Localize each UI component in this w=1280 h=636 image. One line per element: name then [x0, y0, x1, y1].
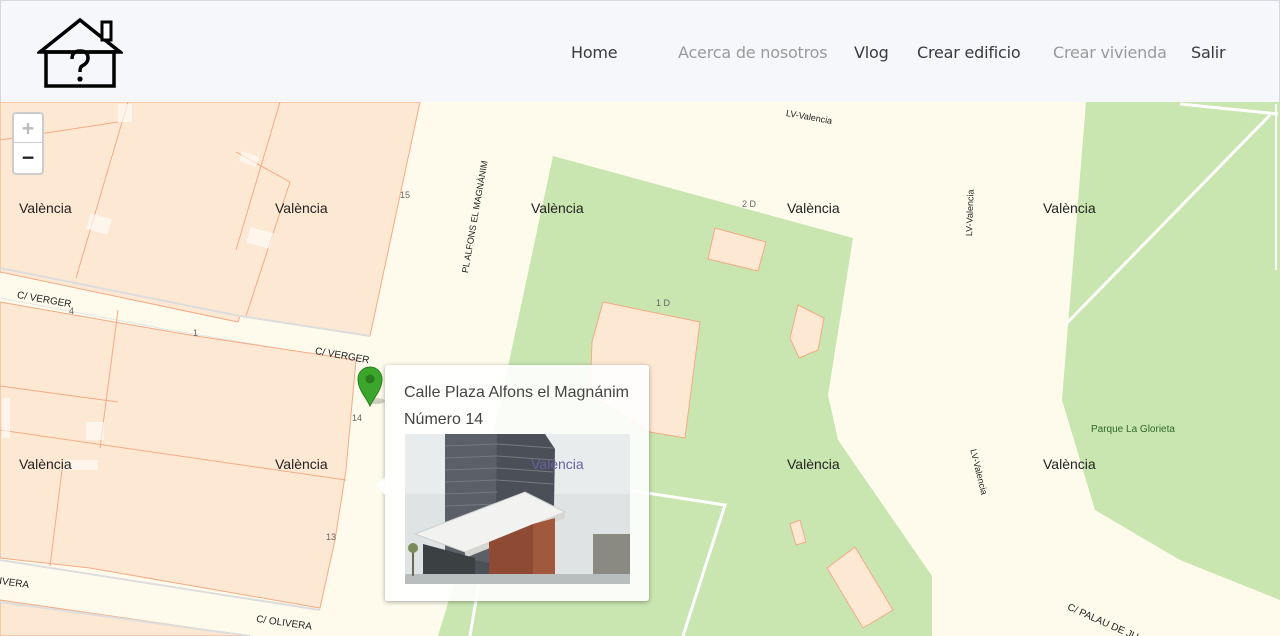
- label-city: València: [531, 456, 584, 472]
- nav-logout[interactable]: Salir: [1191, 43, 1226, 62]
- location-popup: Calle Plaza Alfons el Magnánim Número 14: [376, 365, 649, 601]
- building-photo-icon: [405, 434, 630, 584]
- zoom-control: + −: [12, 112, 44, 175]
- label-street-verger: C/ VERGER: [16, 290, 73, 311]
- label-city: València: [531, 200, 584, 216]
- zoom-in-button[interactable]: +: [14, 114, 42, 143]
- popup-tip: [376, 477, 385, 495]
- label-city: València: [275, 456, 328, 472]
- label-house-number: 15: [400, 190, 411, 200]
- label-city: València: [1043, 456, 1096, 472]
- label-plaza: PL ALFONS EL MAGNÀNIM: [460, 159, 490, 274]
- popup-number: Número 14: [404, 411, 484, 428]
- zoom-out-button[interactable]: −: [14, 143, 42, 172]
- label-road: LV-Valencia: [785, 108, 833, 126]
- label-city: València: [787, 200, 840, 216]
- label-city: València: [787, 456, 840, 472]
- label-house-number: 4: [69, 306, 75, 316]
- map-pin-icon[interactable]: [356, 365, 386, 407]
- label-city: València: [275, 200, 328, 216]
- label-city: València: [1043, 200, 1096, 216]
- label-house-number: 14: [352, 413, 363, 423]
- label-road: LV-Valencia: [968, 448, 990, 496]
- label-street-olivera: C/ OLIVERA: [255, 614, 313, 633]
- nav-about-us[interactable]: Acerca de nosotros: [678, 43, 828, 62]
- label-house-number: 1: [193, 328, 199, 338]
- label-city: València: [19, 200, 72, 216]
- nav-home[interactable]: Home: [571, 43, 618, 62]
- nav-create-dwelling[interactable]: Crear vivienda: [1053, 43, 1167, 62]
- label-house-number: 2 D: [742, 199, 757, 209]
- nav-create-building[interactable]: Crear edificio: [917, 43, 1021, 62]
- label-house-number: 1 D: [656, 298, 671, 308]
- popup-address: Calle Plaza Alfons el Magnánim: [404, 384, 630, 401]
- label-street-olivera: IVERA: [0, 576, 30, 592]
- label-house-number: 13: [326, 532, 337, 542]
- nav-vlog[interactable]: Vlog: [854, 43, 889, 62]
- top-navbar: Home Acerca de nosotros Vlog Crear edifi…: [0, 0, 1280, 102]
- label-street-palau: C/ PALAU DE JU: [1065, 602, 1140, 636]
- house-question-logo[interactable]: [37, 17, 123, 89]
- label-road: LV-Valencia: [964, 189, 976, 237]
- label-park: Parque La Glorieta: [1091, 424, 1175, 435]
- label-street-verger: C/ VERGER: [314, 346, 371, 367]
- label-city: València: [19, 456, 72, 472]
